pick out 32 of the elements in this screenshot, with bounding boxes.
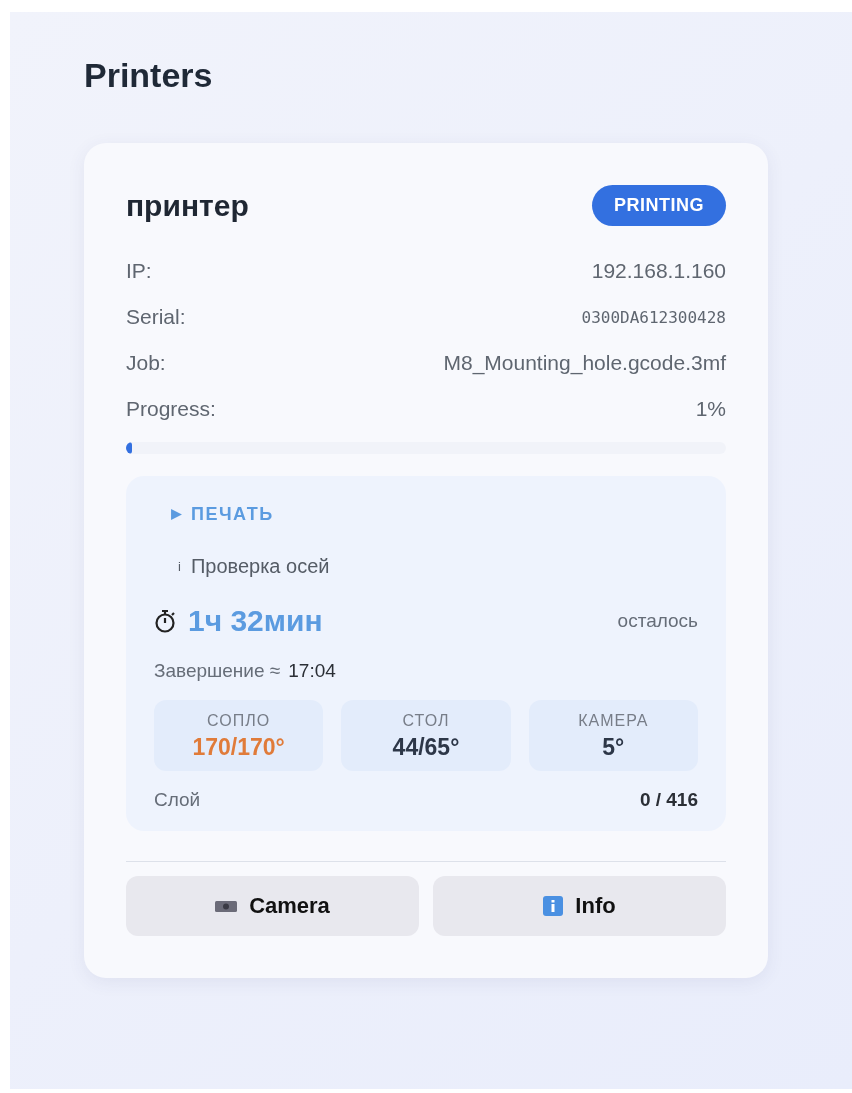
- remaining-label: осталось: [617, 610, 698, 632]
- temperature-label: СОПЛО: [207, 712, 271, 730]
- layer-label: Слой: [154, 789, 201, 811]
- temperature-value: 170/170°: [192, 734, 285, 761]
- field-label: Serial:: [126, 305, 186, 329]
- finish-label: Завершение ≈: [154, 660, 281, 682]
- page-title: Printers: [84, 56, 214, 95]
- camera-icon: [215, 900, 238, 912]
- field-value: 0300DA612300428: [581, 307, 726, 327]
- finish-time: 17:04: [288, 660, 336, 682]
- field-label: Job:: [126, 351, 166, 375]
- field-value: M8_Mounting_hole.gcode.3mf: [443, 351, 726, 375]
- remaining-time: 1ч 32мин: [188, 604, 323, 638]
- field-label: IP:: [126, 259, 152, 283]
- temperature-value: 5°: [602, 734, 625, 761]
- printer-name: принтер: [126, 188, 249, 223]
- temperature-label: СТОЛ: [402, 712, 450, 730]
- play-icon: [170, 508, 183, 521]
- info-button[interactable]: Info: [433, 876, 726, 936]
- info-icon: [543, 896, 564, 916]
- step-text: Проверка осей: [190, 555, 330, 578]
- field-value: 1%: [695, 397, 726, 421]
- layer-value: 0 / 416: [639, 789, 698, 811]
- temperature-value: 44/65°: [392, 734, 460, 761]
- stopwatch-icon: [154, 609, 176, 633]
- field-label: Progress:: [126, 397, 216, 421]
- stage-label: ПЕЧАТЬ: [191, 504, 274, 525]
- camera-button[interactable]: Camera: [126, 876, 419, 936]
- field-value: 192.168.1.160: [591, 259, 726, 283]
- info-glyph: i: [178, 559, 181, 574]
- temperature-label: КАМЕРА: [578, 712, 649, 730]
- status-badge: PRINTING: [592, 185, 726, 226]
